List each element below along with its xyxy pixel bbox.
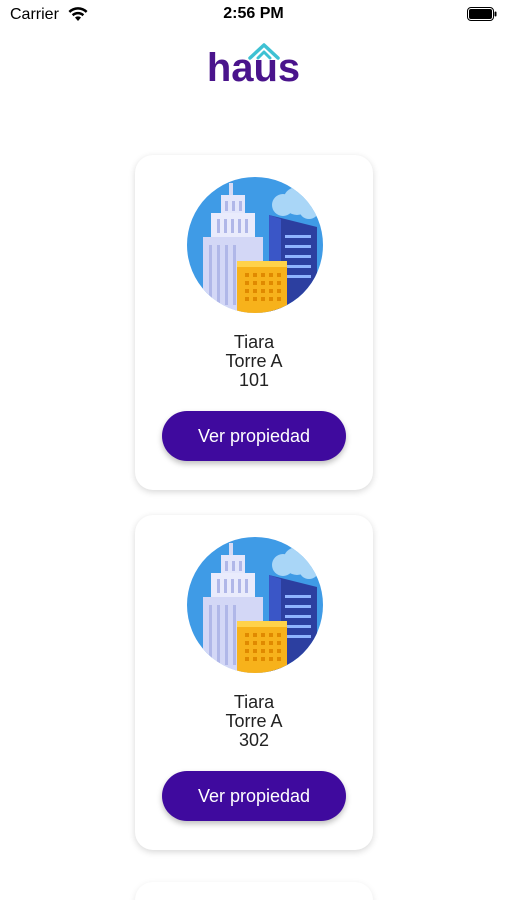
status-bar: Carrier 2:56 PM xyxy=(0,0,507,30)
view-property-button[interactable]: Ver propiedad xyxy=(162,411,346,461)
battery-icon xyxy=(467,7,497,21)
building-illustration-icon xyxy=(187,177,323,313)
property-tower: Torre A xyxy=(225,711,283,731)
property-card-partial xyxy=(135,882,373,900)
clock: 2:56 PM xyxy=(223,5,284,22)
property-name: Tiara xyxy=(233,692,275,712)
property-name: Tiara xyxy=(233,332,275,352)
building-illustration-icon xyxy=(187,537,323,673)
property-card: Tiara Torre A 101 Ver propiedad xyxy=(135,155,373,490)
property-list-screen: Carrier 2:56 PM haus Tiara Torre A 101 V… xyxy=(0,0,507,900)
view-property-button[interactable]: Ver propiedad xyxy=(162,771,346,821)
property-tower: Torre A xyxy=(225,351,283,371)
property-unit: 101 xyxy=(238,370,270,390)
app-logo: haus xyxy=(0,40,507,92)
property-card: Tiara Torre A 302 Ver propiedad xyxy=(135,515,373,850)
property-unit: 302 xyxy=(238,730,270,750)
logo-text: haus xyxy=(206,46,301,90)
